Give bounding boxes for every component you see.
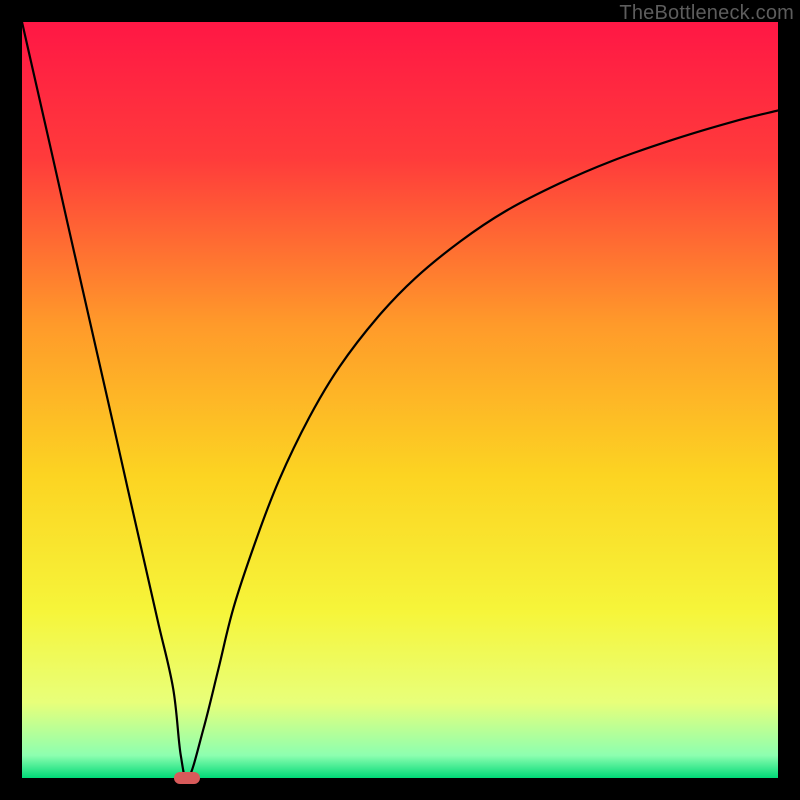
optimal-point-marker	[174, 772, 200, 784]
watermark-text: TheBottleneck.com	[619, 2, 794, 25]
bottleneck-chart	[22, 22, 778, 778]
chart-frame	[22, 22, 778, 778]
gradient-background	[22, 22, 778, 778]
